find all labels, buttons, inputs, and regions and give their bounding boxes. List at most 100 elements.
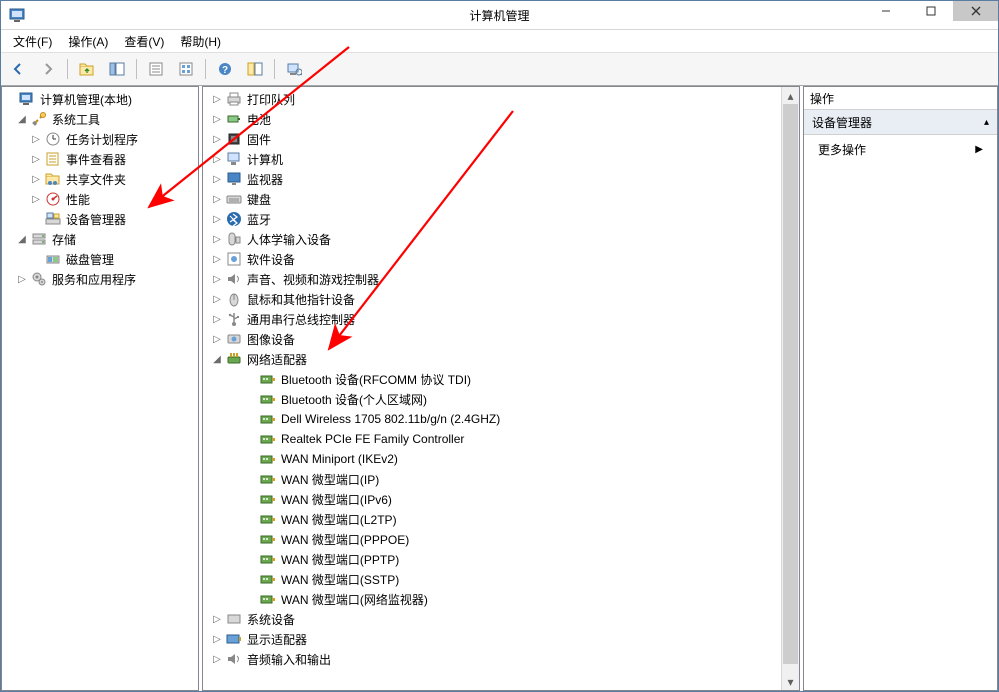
- tree-event-viewer[interactable]: ▷ 事件查看器: [2, 149, 198, 169]
- expander-icon[interactable]: ▷: [16, 274, 28, 285]
- expander-icon[interactable]: ▷: [211, 314, 223, 325]
- expander-icon[interactable]: ▷: [211, 234, 223, 245]
- device-item[interactable]: ▷Bluetooth 设备(个人区域网): [203, 389, 782, 409]
- back-button[interactable]: [5, 56, 31, 82]
- forward-button[interactable]: [35, 56, 61, 82]
- expander-icon[interactable]: ▷: [30, 134, 42, 145]
- expander-icon[interactable]: ▷: [211, 154, 223, 165]
- show-hide-tree-button[interactable]: [104, 56, 130, 82]
- menu-action[interactable]: 操作(A): [60, 31, 116, 52]
- tree-label: 磁盘管理: [64, 251, 116, 268]
- toolbar-btn-7[interactable]: [242, 56, 268, 82]
- device-category[interactable]: ▷键盘: [203, 189, 782, 209]
- device-item[interactable]: ▷WAN 微型端口(PPPOE): [203, 529, 782, 549]
- device-category[interactable]: ▷计算机: [203, 149, 782, 169]
- expander-icon[interactable]: ▷: [211, 274, 223, 285]
- tree-task-scheduler[interactable]: ▷ 任务计划程序: [2, 129, 198, 149]
- device-category[interactable]: ▷鼠标和其他指针设备: [203, 289, 782, 309]
- minimize-button[interactable]: [863, 1, 908, 21]
- expander-icon[interactable]: ▷: [211, 194, 223, 205]
- device-category[interactable]: ▷蓝牙: [203, 209, 782, 229]
- expander-icon[interactable]: ▷: [30, 154, 42, 165]
- tree-shared-folders[interactable]: ▷ 共享文件夹: [2, 169, 198, 189]
- device-item[interactable]: ▷WAN 微型端口(IP): [203, 469, 782, 489]
- content-area: ▷ 计算机管理(本地) ◢ 系统工具 ▷ 任务计划程序 ▷ 事件: [1, 86, 998, 691]
- actions-section-header[interactable]: 设备管理器 ▴: [804, 110, 997, 135]
- window-controls: [863, 1, 998, 21]
- expander-icon[interactable]: ◢: [16, 234, 28, 245]
- up-folder-button[interactable]: [74, 56, 100, 82]
- properties-button[interactable]: [143, 56, 169, 82]
- chevron-right-icon: ▶: [975, 144, 983, 155]
- more-actions-item[interactable]: 更多操作 ▶: [804, 135, 997, 164]
- device-category[interactable]: ▷显示适配器: [203, 629, 782, 649]
- tree-disk-mgmt[interactable]: ▷ 磁盘管理: [2, 249, 198, 269]
- device-item[interactable]: ▷WAN 微型端口(SSTP): [203, 569, 782, 589]
- expander-icon[interactable]: ▷: [211, 294, 223, 305]
- device-item[interactable]: ▷Dell Wireless 1705 802.11b/g/n (2.4GHZ): [203, 409, 782, 429]
- expander-icon[interactable]: ▷: [211, 94, 223, 105]
- tree-storage[interactable]: ◢ 存储: [2, 229, 198, 249]
- device-item[interactable]: ▷WAN 微型端口(PPTP): [203, 549, 782, 569]
- device-category[interactable]: ▷固件: [203, 129, 782, 149]
- expander-icon[interactable]: ▷: [211, 634, 223, 645]
- device-category[interactable]: ▷ 图像设备: [203, 329, 782, 349]
- collapse-icon[interactable]: ▴: [984, 117, 989, 128]
- close-button[interactable]: [953, 1, 998, 21]
- scroll-down-button[interactable]: ▾: [782, 673, 799, 690]
- refresh-button[interactable]: [173, 56, 199, 82]
- maximize-button[interactable]: [908, 1, 953, 21]
- device-category-icon: [226, 291, 242, 307]
- device-item[interactable]: ▷Realtek PCIe FE Family Controller: [203, 429, 782, 449]
- expander-icon[interactable]: ◢: [211, 354, 223, 365]
- expander-icon[interactable]: ▷: [211, 134, 223, 145]
- device-category-network[interactable]: ◢网络适配器: [203, 349, 782, 369]
- more-actions-label: 更多操作: [818, 141, 866, 158]
- device-category[interactable]: ▷系统设备: [203, 609, 782, 629]
- tree-label: WAN 微型端口(IP): [279, 471, 381, 488]
- menu-help[interactable]: 帮助(H): [172, 31, 229, 52]
- device-category[interactable]: ▷软件设备: [203, 249, 782, 269]
- tree-label: 声音、视频和游戏控制器: [245, 271, 381, 288]
- expander-icon[interactable]: ▷: [211, 614, 223, 625]
- tree-label: 图像设备: [245, 331, 297, 348]
- menu-view[interactable]: 查看(V): [116, 31, 172, 52]
- scrollbar[interactable]: ▴ ▾: [781, 87, 799, 690]
- scroll-thumb[interactable]: [783, 104, 798, 664]
- left-panel: ▷ 计算机管理(本地) ◢ 系统工具 ▷ 任务计划程序 ▷ 事件: [1, 86, 199, 691]
- expander-icon[interactable]: ▷: [211, 654, 223, 665]
- device-category[interactable]: ▷ 声音、视频和游戏控制器: [203, 269, 782, 289]
- device-item[interactable]: ▷WAN 微型端口(网络监视器): [203, 589, 782, 609]
- expander-icon[interactable]: ▷: [211, 174, 223, 185]
- device-category-icon: [260, 431, 276, 447]
- expander-icon[interactable]: ▷: [30, 174, 42, 185]
- expander-icon[interactable]: ▷: [211, 254, 223, 265]
- device-category[interactable]: ▷人体学输入设备: [203, 229, 782, 249]
- device-category[interactable]: ▷通用串行总线控制器: [203, 309, 782, 329]
- help-button[interactable]: ?: [212, 56, 238, 82]
- device-item[interactable]: ▷Bluetooth 设备(RFCOMM 协议 TDI): [203, 369, 782, 389]
- expander-icon[interactable]: ▷: [211, 114, 223, 125]
- tree-label: Bluetooth 设备(个人区域网): [279, 391, 429, 408]
- device-category[interactable]: ▷电池: [203, 109, 782, 129]
- device-item[interactable]: ▷WAN 微型端口(IPv6): [203, 489, 782, 509]
- device-category[interactable]: ▷打印队列: [203, 89, 782, 109]
- tree-system-tools[interactable]: ◢ 系统工具: [2, 109, 198, 129]
- expander-icon[interactable]: ▷: [30, 194, 42, 205]
- performance-icon: [45, 191, 61, 207]
- expander-icon[interactable]: ▷: [211, 334, 223, 345]
- tree-root[interactable]: ▷ 计算机管理(本地): [2, 89, 198, 109]
- device-item[interactable]: ▷WAN 微型端口(L2TP): [203, 509, 782, 529]
- expander-icon[interactable]: ▷: [211, 214, 223, 225]
- tree-label: 共享文件夹: [64, 171, 128, 188]
- device-category[interactable]: ▷音频输入和输出: [203, 649, 782, 669]
- tree-performance[interactable]: ▷ 性能: [2, 189, 198, 209]
- device-item[interactable]: ▷WAN Miniport (IKEv2): [203, 449, 782, 469]
- menu-file[interactable]: 文件(F): [5, 31, 60, 52]
- tree-device-manager[interactable]: ▷ 设备管理器: [2, 209, 198, 229]
- expander-icon[interactable]: ◢: [16, 114, 28, 125]
- tree-services-apps[interactable]: ▷ 服务和应用程序: [2, 269, 198, 289]
- device-category[interactable]: ▷监视器: [203, 169, 782, 189]
- toolbar-btn-8[interactable]: [281, 56, 307, 82]
- scroll-up-button[interactable]: ▴: [782, 87, 799, 104]
